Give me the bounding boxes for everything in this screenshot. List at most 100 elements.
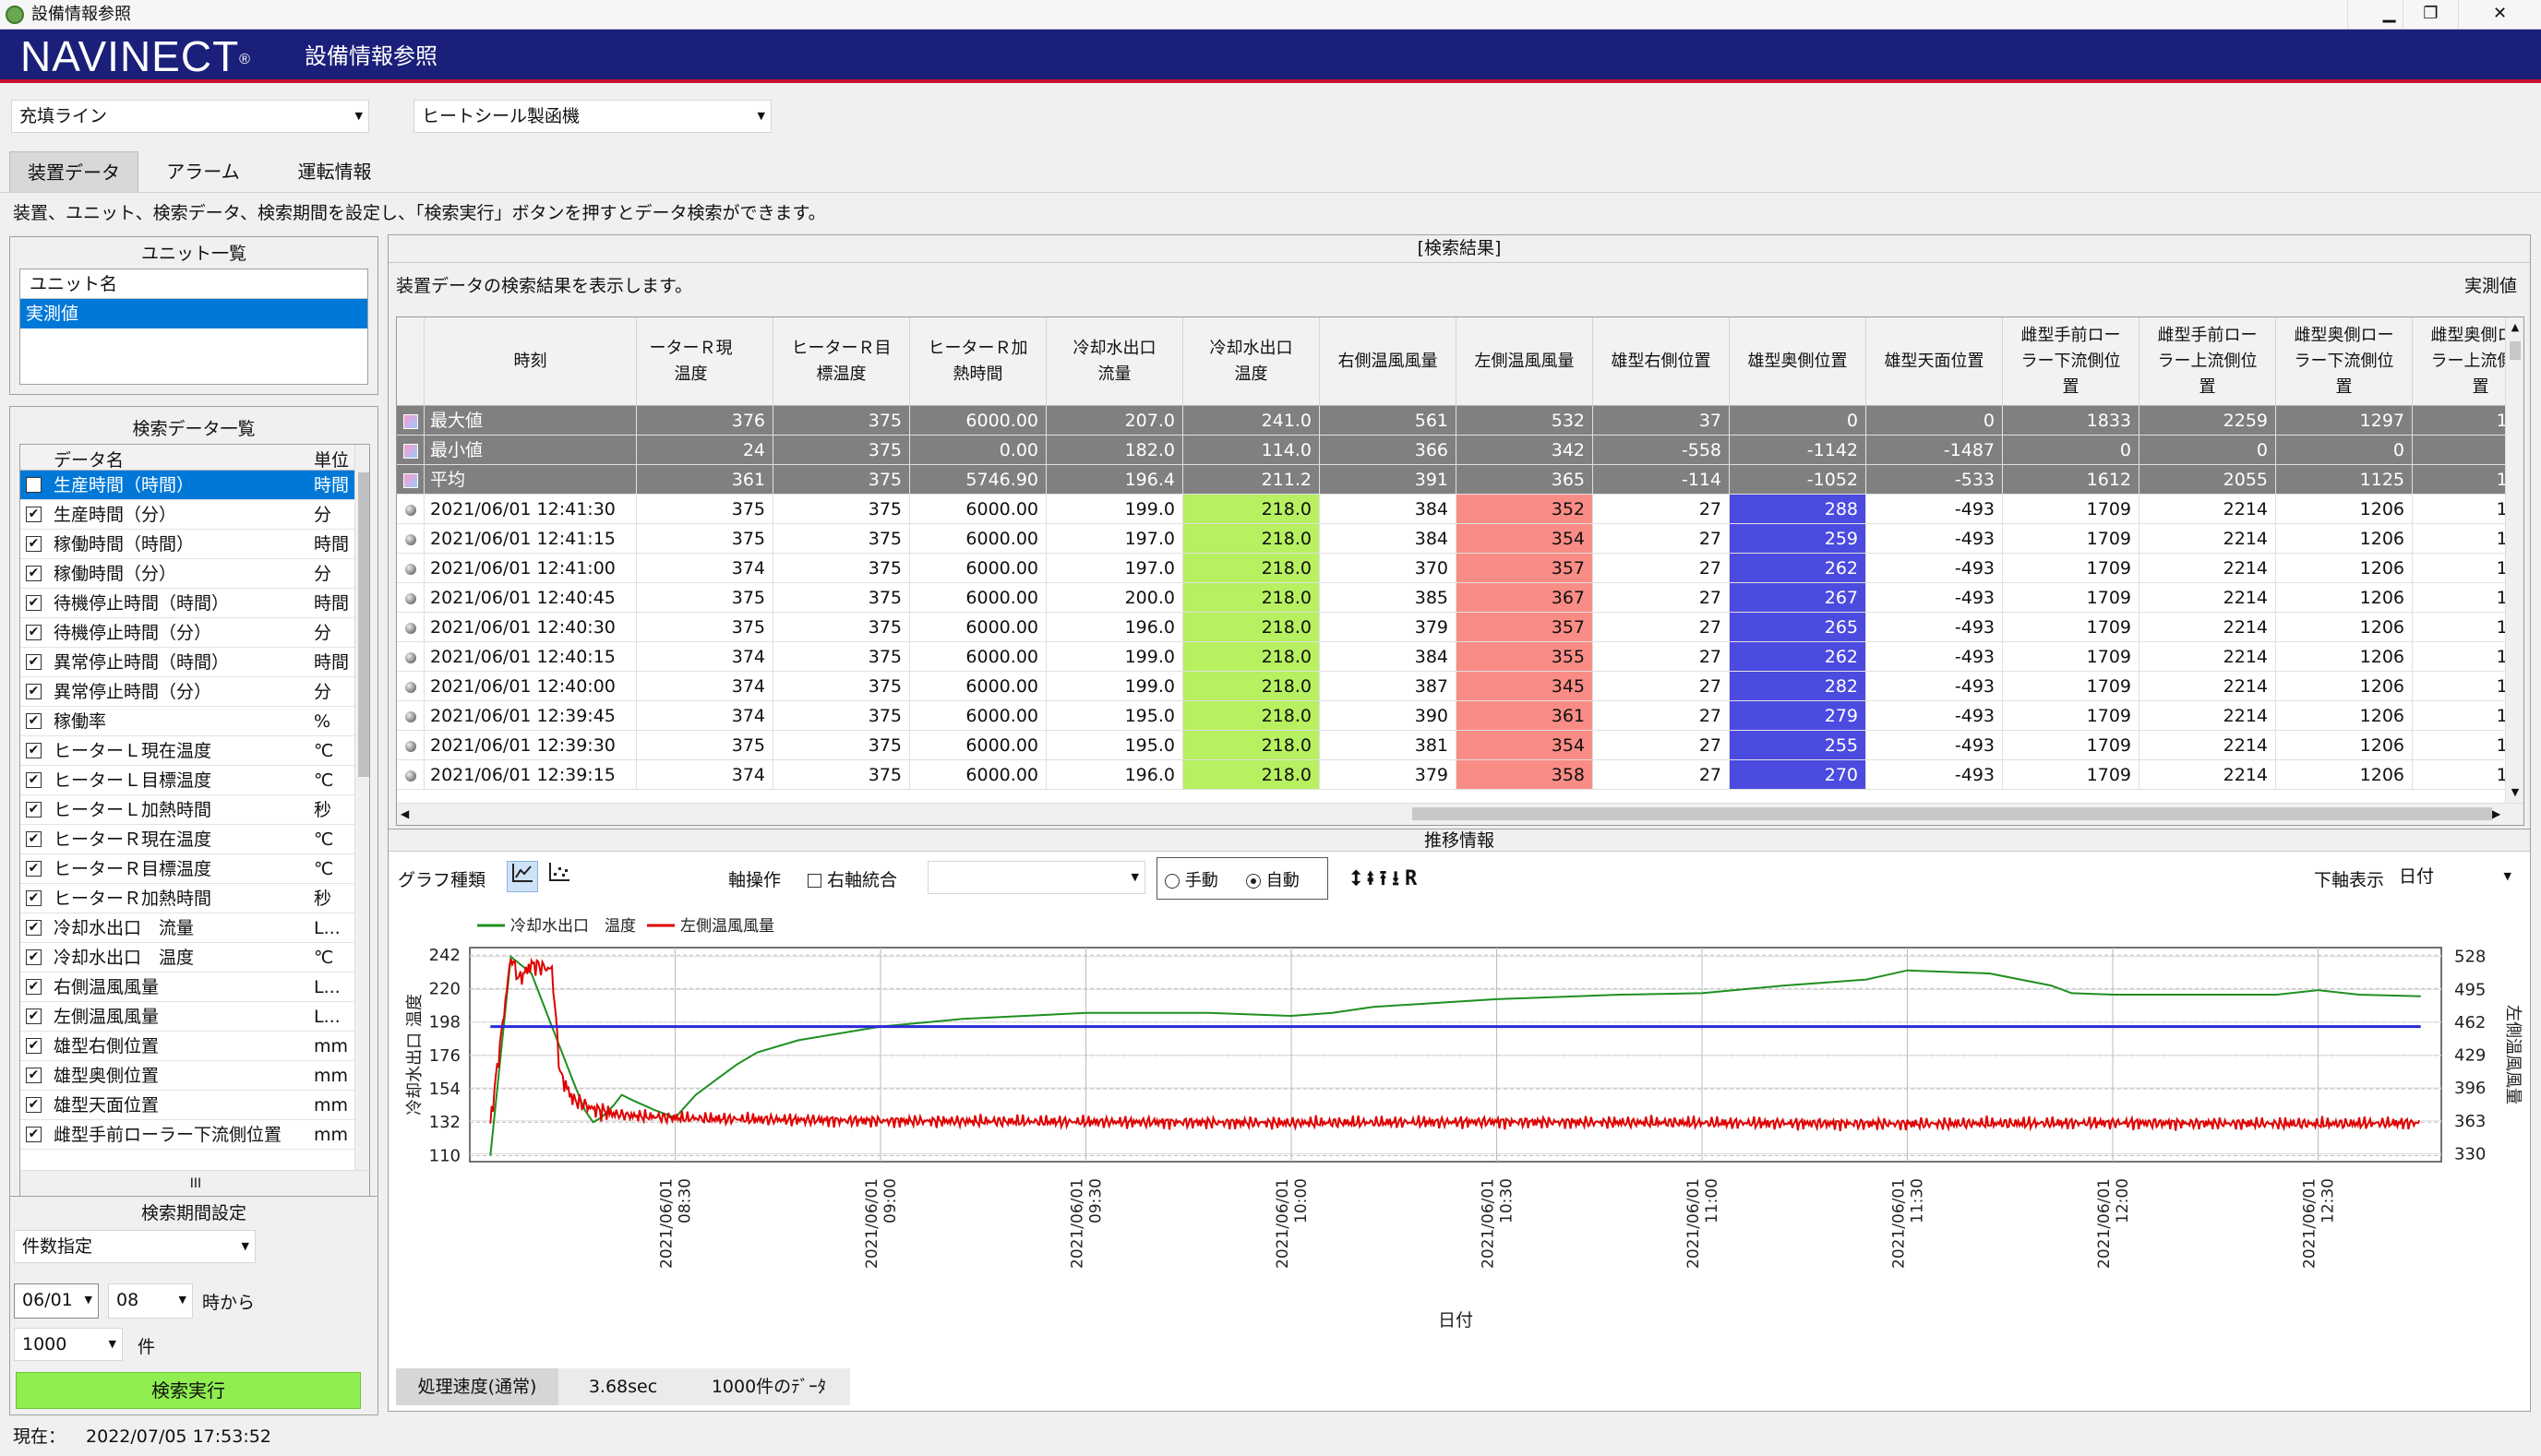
grid-header-cell[interactable]: 時刻: [425, 317, 637, 406]
shift-up-icon[interactable]: ⭱: [1380, 867, 1393, 890]
data-list-item[interactable]: ✔ ヒーターＲ現在温度 ℃: [20, 825, 354, 854]
period-hour-select[interactable]: 08 ▼: [108, 1283, 193, 1319]
data-list-item[interactable]: ✔ 待機停止時間（時間） 時間: [20, 589, 354, 618]
grid-header-cell[interactable]: ヒーターＲ目 標温度: [773, 317, 910, 406]
grid-header-cell[interactable]: 雌型奥側ロー ラー上流側位 置: [2413, 317, 2505, 406]
checkbox-checked-icon[interactable]: ✔: [26, 684, 42, 699]
checkbox-checked-icon[interactable]: ✔: [26, 772, 42, 788]
machine-select[interactable]: ヒートシール製函機 ▼: [414, 100, 772, 133]
scroll-thumb[interactable]: [358, 472, 369, 777]
auto-radio[interactable]: 自動: [1246, 867, 1300, 891]
checkbox-checked-icon[interactable]: ✔: [26, 477, 42, 493]
checkbox-checked-icon[interactable]: ✔: [26, 654, 42, 670]
grid-header-cell[interactable]: ヒーターＲ加 熱時間: [910, 317, 1047, 406]
expand-axis-icon[interactable]: ⭥: [1350, 867, 1367, 890]
checkbox-checked-icon[interactable]: ✔: [26, 536, 42, 552]
checkbox-checked-icon[interactable]: ✔: [26, 566, 42, 581]
trend-chart[interactable]: 110 132 154 176 198 220 242 330 363 396 429 462 495 5…: [389, 913, 2530, 1365]
unit-list-item[interactable]: 実測値: [20, 299, 367, 328]
checkbox-checked-icon[interactable]: ✔: [26, 1038, 42, 1054]
scroll-right-icon[interactable]: ▶: [2492, 804, 2500, 824]
data-list-hscroll[interactable]: III: [20, 1170, 369, 1196]
checkbox-checked-icon[interactable]: ✔: [26, 920, 42, 936]
grid-header-cell[interactable]: ーターＲ現 温度: [637, 317, 773, 406]
data-list-item[interactable]: ✔ 稼働率%: [20, 707, 354, 736]
checkbox-checked-icon[interactable]: ✔: [26, 507, 42, 522]
reset-axis-icon[interactable]: R: [1405, 867, 1422, 890]
checkbox-checked-icon[interactable]: ✔: [26, 890, 42, 906]
grid-header-cell[interactable]: 雄型奥側位置: [1730, 317, 1866, 406]
data-list-item[interactable]: ✔ 雄型天面位置 mm: [20, 1091, 354, 1120]
data-list-item[interactable]: ✔ 左側温風風量 L...: [20, 1002, 354, 1032]
data-list-item[interactable]: ✔ ヒーターＬ現在温度 ℃: [20, 736, 354, 766]
data-list-item[interactable]: ✔ 異常停止時間（分） 分: [20, 677, 354, 707]
checkbox-checked-icon[interactable]: ✔: [26, 861, 42, 877]
checkbox-checked-icon[interactable]: ✔: [26, 743, 42, 758]
grid-header-cell[interactable]: 左側温風風量: [1456, 317, 1593, 406]
checkbox-checked-icon[interactable]: ✔: [26, 949, 42, 965]
grid-header-cell[interactable]: 冷却水出口 温度: [1183, 317, 1320, 406]
data-list-item[interactable]: ✔ 生産時間（時間） 時間: [20, 471, 354, 500]
results-hscroll-thumb[interactable]: [1412, 807, 2492, 820]
period-date-picker[interactable]: 06/01 ▼: [14, 1283, 99, 1319]
period-mode-select[interactable]: 件数指定 ▼: [14, 1230, 256, 1263]
data-list-item[interactable]: ✔ 雄型奥側位置 mm: [20, 1061, 354, 1091]
tab-operation-info[interactable]: 運転情報: [268, 151, 402, 192]
checkbox-checked-icon[interactable]: ✔: [26, 595, 42, 611]
row-time: 2021/06/01 12:39:15: [425, 760, 637, 790]
line-select[interactable]: 充填ライン ▼: [11, 100, 369, 133]
restore-button[interactable]: ❐: [2403, 0, 2458, 30]
data-list-item[interactable]: ✔ 冷却水出口 流量 L...: [20, 913, 354, 943]
data-list-item[interactable]: ✔ ヒーターＬ目標温度 ℃: [20, 766, 354, 795]
checkbox-checked-icon[interactable]: ✔: [26, 802, 42, 818]
checkbox-checked-icon[interactable]: ✔: [26, 625, 42, 640]
grid-header-cell[interactable]: 冷却水出口 流量: [1047, 317, 1183, 406]
scroll-up-icon[interactable]: ▲: [2506, 317, 2523, 338]
checkbox-checked-icon[interactable]: ✔: [26, 1068, 42, 1083]
data-list-item[interactable]: ✔ 生産時間（分） 分: [20, 500, 354, 530]
grid-header-cell[interactable]: 雄型右側位置: [1593, 317, 1730, 406]
results-vscroll[interactable]: ▲ ▼: [2505, 317, 2523, 803]
data-list-item[interactable]: ✔ 雄型右側位置 mm: [20, 1032, 354, 1061]
scroll-left-icon[interactable]: ◀: [401, 804, 409, 824]
data-list-item[interactable]: ✔ 待機停止時間（分） 分: [20, 618, 354, 648]
checkbox-checked-icon[interactable]: ✔: [26, 1008, 42, 1024]
checkbox-checked-icon[interactable]: ✔: [26, 831, 42, 847]
grid-header-cell[interactable]: 雌型手前ロー ラー上流側位 置: [2139, 317, 2276, 406]
grid-header-cell[interactable]: 右側温風風量: [1320, 317, 1456, 406]
line-chart-icon[interactable]: [507, 861, 538, 892]
right-axis-merge-checkbox[interactable]: 右軸統合: [808, 866, 897, 891]
data-list-item[interactable]: ✔ 雌型手前ローラー下流側位置 mm: [20, 1120, 354, 1150]
checkbox-checked-icon[interactable]: ✔: [26, 979, 42, 995]
tab-equipment-data[interactable]: 装置データ: [9, 151, 138, 192]
data-list-item[interactable]: ✔ ヒーターＲ加熱時間 秒: [20, 884, 354, 913]
checkbox-checked-icon[interactable]: ✔: [26, 1097, 42, 1113]
data-list-item[interactable]: ✔ 稼働時間（時間） 時間: [20, 530, 354, 559]
table-cell: 27: [1593, 554, 1730, 583]
close-button[interactable]: ✕: [2458, 0, 2541, 30]
period-count-input[interactable]: 1000 ▼: [14, 1328, 123, 1361]
data-list-item[interactable]: ✔ 稼働時間（分） 分: [20, 559, 354, 589]
shift-down-icon[interactable]: ⭳: [1392, 867, 1405, 890]
lower-axis-select[interactable]: 日付 ▼: [2391, 861, 2517, 894]
data-list-item[interactable]: ✔ 右側温風風量 L...: [20, 973, 354, 1002]
scatter-chart-icon[interactable]: [544, 861, 575, 892]
data-list-vscroll[interactable]: [354, 445, 369, 1170]
grid-header-cell[interactable]: 雄型天面位置: [1866, 317, 2003, 406]
data-list-item[interactable]: ✔ 冷却水出口 温度 ℃: [20, 943, 354, 973]
checkbox-checked-icon[interactable]: ✔: [26, 713, 42, 729]
tab-alarm[interactable]: アラーム: [138, 151, 268, 192]
scroll-down-icon[interactable]: ▼: [2506, 782, 2523, 803]
data-list-item[interactable]: ✔ ヒーターＬ加熱時間 秒: [20, 795, 354, 825]
checkbox-checked-icon[interactable]: ✔: [26, 1127, 42, 1142]
search-button[interactable]: 検索実行: [16, 1372, 361, 1409]
results-vscroll-thumb[interactable]: [2510, 341, 2521, 360]
data-list-item[interactable]: ✔ 異常停止時間（時間） 時間: [20, 648, 354, 677]
grid-header-cell[interactable]: 雌型手前ロー ラー下流側位 置: [2003, 317, 2139, 406]
manual-radio[interactable]: 手動: [1165, 867, 1218, 891]
data-list-item[interactable]: ✔ ヒーターＲ目標温度 ℃: [20, 854, 354, 884]
results-hscroll[interactable]: ◀ ▶: [397, 803, 2523, 825]
grid-header-cell[interactable]: 雌型奥側ロー ラー下流側位 置: [2276, 317, 2413, 406]
shrink-axis-icon[interactable]: ⭻: [1367, 867, 1380, 890]
axis-series-select[interactable]: ▼: [928, 861, 1145, 894]
